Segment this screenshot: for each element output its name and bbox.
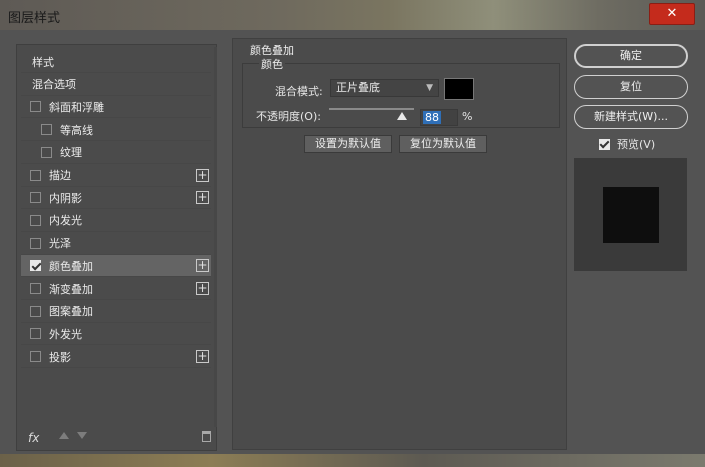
move-down-icon[interactable] [77,432,87,439]
style-checkbox[interactable] [30,351,41,363]
style-list-item[interactable]: 光泽 [21,233,211,255]
style-checkbox[interactable] [30,260,41,272]
color-overlay-panel: 颜色叠加 颜色 混合模式: 正片叠底 ▼ 不透明度(O): 88 % 设置为默认… [232,38,567,450]
style-list-item[interactable]: 投影 + [21,346,211,369]
add-effect-icon[interactable]: + [196,282,209,295]
style-list-item[interactable]: 内阴影 + [21,187,211,210]
style-list-scrollbar[interactable] [214,47,217,427]
style-list-item[interactable]: 颜色叠加 + [21,255,211,278]
reset-default-button[interactable]: 复位为默认值 [399,135,487,153]
layer-style-dialog: 图层样式 ✕ 样式混合选项斜面和浮雕等高线纹理描边 + 内阴影 + 内发光光泽颜色叠加 +… [0,0,705,467]
style-item-label: 渐变叠加 [49,282,93,296]
style-item-label: 图案叠加 [49,305,93,319]
opacity-slider[interactable] [329,108,414,110]
style-list-item[interactable]: 斜面和浮雕 [21,96,211,119]
chevron-down-icon: ▼ [426,83,433,93]
move-up-icon[interactable] [59,432,69,439]
style-item-label: 混合选项 [32,78,76,92]
style-item-label: 光泽 [49,237,71,251]
preview-label: 预览(V) [617,138,656,151]
close-button[interactable]: ✕ [649,3,695,25]
preview-checkbox[interactable] [599,138,610,150]
style-list-item[interactable]: 混合选项 [21,74,211,96]
set-default-button[interactable]: 设置为默认值 [304,135,392,153]
style-checkbox[interactable] [30,283,41,294]
style-item-label: 内发光 [49,214,82,228]
style-preview [574,158,687,271]
style-checkbox[interactable] [41,124,52,136]
style-checkbox[interactable] [30,169,41,181]
preview-sample [603,187,659,243]
reset-button[interactable]: 复位 [574,75,688,99]
trash-icon[interactable] [202,431,211,442]
style-list-item[interactable]: 纹理 [21,142,211,164]
style-item-label: 纹理 [60,146,82,160]
style-list-item[interactable]: 描边 + [21,165,211,187]
style-item-label: 斜面和浮雕 [49,100,104,114]
window-title: 图层样式 [8,11,61,26]
opacity-unit: % [462,110,473,123]
style-list-item[interactable]: 外发光 [21,323,211,346]
style-list-item[interactable]: 渐变叠加 + [21,278,211,300]
close-icon: ✕ [666,6,678,21]
style-item-label: 样式 [32,55,54,69]
style-list-item[interactable]: 样式 [21,51,211,73]
style-list-toolbar: fx [17,426,216,450]
style-list-item[interactable]: 内发光 [21,210,211,232]
opacity-value: 88 [423,111,441,124]
opacity-label: 不透明度(O): [256,110,321,123]
blend-mode-label: 混合模式: [275,85,323,98]
style-item-label: 描边 [49,169,71,182]
style-list-item[interactable]: 等高线 [21,119,211,142]
style-item-label: 外发光 [49,327,82,341]
preview-toggle[interactable]: 预览(V) [599,136,655,152]
style-checkbox[interactable] [30,192,41,204]
ok-button[interactable]: 确定 [574,44,688,68]
style-checkbox[interactable] [30,101,41,113]
add-effect-icon[interactable]: + [196,350,209,364]
group-title: 颜色 [259,56,285,72]
style-list-panel: 样式混合选项斜面和浮雕等高线纹理描边 + 内阴影 + 内发光光泽颜色叠加 + 渐变叠加 + 图案… [16,44,217,451]
fx-icon[interactable]: fx [28,431,39,445]
add-effect-icon[interactable]: + [196,191,209,205]
opacity-input[interactable]: 88 [420,109,458,126]
overlay-color-swatch[interactable] [444,78,474,100]
style-item-label: 等高线 [60,123,93,137]
add-effect-icon[interactable]: + [196,168,209,182]
add-effect-icon[interactable]: + [196,259,209,273]
style-checkbox[interactable] [30,305,41,317]
style-list-item[interactable]: 图案叠加 [21,301,211,323]
style-checkbox[interactable] [41,146,52,158]
dialog-body: 样式混合选项斜面和浮雕等高线纹理描边 + 内阴影 + 内发光光泽颜色叠加 + 渐变叠加 + 图案… [7,30,699,454]
style-checkbox[interactable] [30,328,41,340]
style-item-label: 颜色叠加 [49,259,93,273]
blend-mode-value: 正片叠底 [336,81,380,94]
style-item-label: 投影 [49,350,71,364]
style-item-label: 内阴影 [49,191,82,205]
title-bar: 图层样式 ✕ [0,0,705,30]
style-checkbox[interactable] [30,214,41,226]
style-checkbox[interactable] [30,237,41,249]
opacity-slider-thumb[interactable] [397,112,407,120]
background-strip [0,454,705,467]
blend-mode-select[interactable]: 正片叠底 ▼ [330,79,439,97]
new-style-button[interactable]: 新建样式(W)... [574,105,688,129]
